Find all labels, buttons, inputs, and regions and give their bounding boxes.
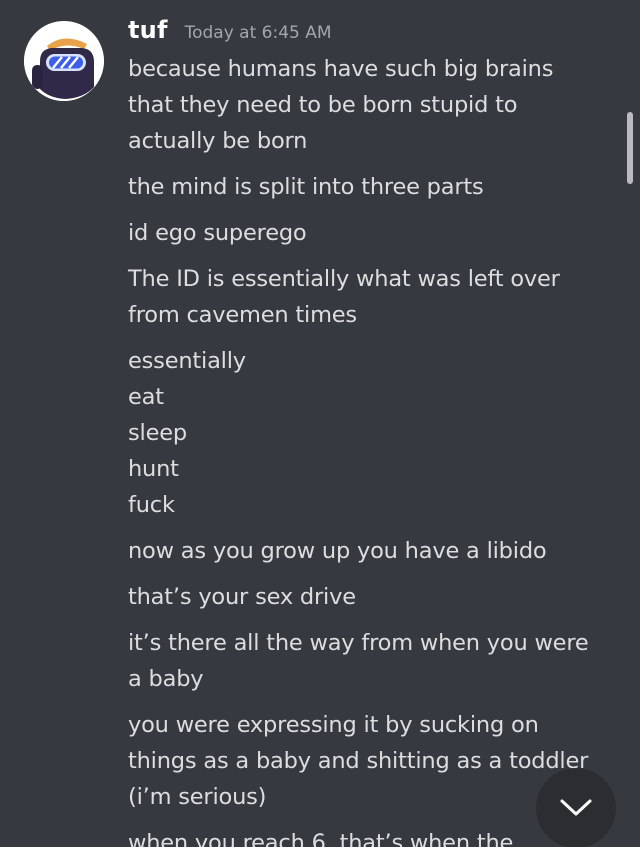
message-text-line: you were expressing it by sucking on [128, 712, 539, 738]
message-text-line: actually be born [128, 128, 308, 154]
message-text-line: The ID is essentially what was left over [128, 266, 560, 292]
message-header: tuf Today at 6:45 AM [128, 16, 332, 50]
message-text-line: that they need to be born stupid to [128, 92, 518, 118]
message[interactable]: the mind is split into three parts [128, 169, 618, 205]
jump-to-present-button[interactable] [536, 768, 616, 847]
message-text-line: things as a baby and shitting as a toddl… [128, 748, 589, 774]
message[interactable]: The ID is essentially what was left over… [128, 261, 618, 333]
message[interactable]: essentially eat sleep hunt fuck [128, 343, 618, 523]
timestamp: Today at 6:45 AM [184, 23, 332, 43]
message[interactable]: it’s there all the way from when you wer… [128, 625, 618, 697]
message-text-line: essentially [128, 348, 246, 374]
message-text-line: now as you grow up you have a libido [128, 538, 547, 564]
message-text-line: the mind is split into three parts [128, 174, 484, 200]
chevron-down-icon [560, 799, 592, 816]
message-text-line: sleep [128, 420, 187, 446]
crewmate-avatar-icon [24, 21, 104, 101]
username[interactable]: tuf [128, 16, 168, 44]
message[interactable]: now as you grow up you have a libido [128, 533, 618, 569]
message[interactable]: id ego superego [128, 215, 618, 251]
message-text-line: a baby [128, 666, 204, 692]
scrollbar-thumb[interactable] [627, 112, 633, 184]
message-text-line: that’s your sex drive [128, 584, 356, 610]
message-text-line: id ego superego [128, 220, 307, 246]
avatar[interactable] [24, 21, 104, 101]
message-text-line: because humans have such big brains [128, 56, 554, 82]
message[interactable]: because humans have such big brains that … [128, 51, 618, 159]
message-text-line: hunt [128, 456, 179, 482]
message-text-line: from cavemen times [128, 302, 357, 328]
chat-view: tuf Today at 6:45 AM because humans have… [0, 0, 640, 847]
message-list: because humans have such big brains that … [128, 51, 618, 847]
message[interactable]: that’s your sex drive [128, 579, 618, 615]
message-text-line: fuck [128, 492, 175, 518]
message-text-line: eat [128, 384, 164, 410]
message-text-line: it’s there all the way from when you wer… [128, 630, 589, 656]
